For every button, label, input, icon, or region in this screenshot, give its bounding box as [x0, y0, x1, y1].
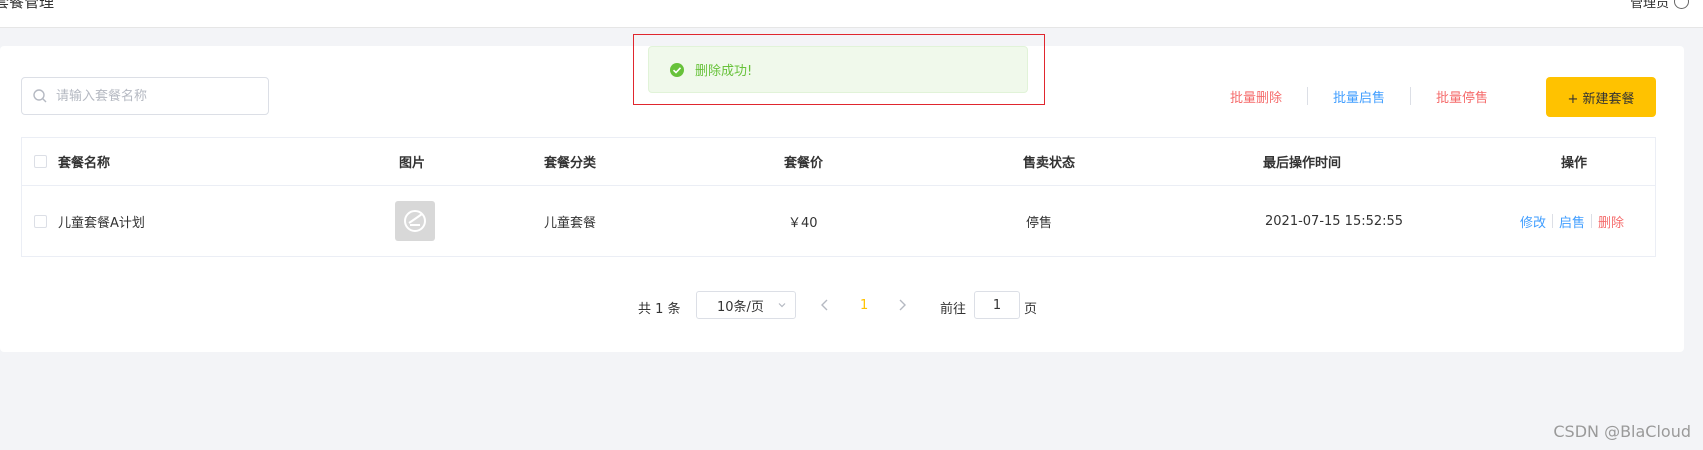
delete-button[interactable]: 删除 — [1598, 212, 1624, 231]
search-box[interactable] — [21, 77, 269, 115]
pagination: 共 1 条 10条/页 1 前往 页 — [0, 291, 1684, 321]
row-select-cell — [34, 186, 47, 256]
column-header-status: 售卖状态 — [1023, 156, 1076, 171]
table-row: 儿童套餐A计划 儿童套餐 ￥40 停售 2021-07-15 15:52:55 … — [22, 186, 1655, 256]
column-header-operations: 操作 — [1561, 156, 1588, 171]
chevron-left-icon[interactable] — [818, 297, 832, 313]
top-bar: 套餐管理 管理员 — [0, 0, 1703, 28]
divider — [1591, 214, 1593, 228]
row-checkbox[interactable] — [34, 214, 47, 228]
column-header-price: 套餐价 — [784, 156, 824, 171]
image-placeholder-icon — [404, 210, 426, 232]
combo-table: 套餐名称 图片 套餐分类 套餐价 售卖状态 最后操作时间 操作 儿童套餐A计划 — [21, 137, 1656, 257]
goto-suffix: 页 — [1024, 302, 1038, 317]
divider — [1307, 87, 1309, 105]
page-number-current[interactable]: 1 — [860, 298, 868, 313]
success-toast: 删除成功! — [648, 46, 1028, 93]
goto-page-input[interactable] — [974, 291, 1020, 319]
batch-enable-button[interactable]: 批量启售 — [1333, 87, 1385, 106]
goto-label: 前往 — [940, 302, 967, 317]
help-icon[interactable] — [1674, 0, 1689, 9]
divider — [1410, 87, 1412, 105]
column-header-category: 套餐分类 — [544, 156, 597, 171]
combo-updated-time: 2021-07-15 15:52:55 — [1265, 213, 1404, 229]
toast-message: 删除成功! — [695, 64, 753, 79]
batch-actions: 批量删除 批量启售 批量停售 — [1230, 77, 1488, 115]
search-input[interactable] — [54, 87, 258, 105]
batch-delete-button[interactable]: 批量删除 — [1230, 87, 1282, 106]
batch-disable-button[interactable]: 批量停售 — [1436, 87, 1488, 106]
column-header-image: 图片 — [399, 156, 426, 171]
chevron-down-icon — [778, 303, 786, 308]
enable-button[interactable]: 启售 — [1559, 212, 1585, 231]
table-header: 套餐名称 图片 套餐分类 套餐价 售卖状态 最后操作时间 操作 — [22, 138, 1655, 186]
user-name[interactable]: 管理员 — [1630, 0, 1669, 11]
divider — [1552, 214, 1554, 228]
page-size-value: 10条/页 — [717, 299, 764, 315]
page-size-select[interactable]: 10条/页 — [696, 291, 796, 319]
combo-name: 儿童套餐A计划 — [58, 215, 145, 231]
pagination-total: 共 1 条 — [638, 302, 681, 317]
combo-category: 儿童套餐 — [544, 215, 597, 231]
chevron-right-icon[interactable] — [895, 297, 909, 313]
success-check-icon — [670, 62, 684, 77]
toast-highlight: 删除成功! — [633, 34, 1045, 105]
column-header-updated: 最后操作时间 — [1263, 156, 1342, 171]
search-icon — [33, 89, 47, 103]
select-all-checkbox[interactable] — [34, 155, 47, 168]
page-title: 套餐管理 — [0, 0, 55, 11]
combo-thumbnail[interactable] — [395, 201, 435, 241]
combo-price: ￥40 — [788, 215, 818, 231]
column-header-name: 套餐名称 — [58, 156, 111, 171]
combo-image-cell — [395, 186, 435, 256]
new-combo-button[interactable]: + 新建套餐 — [1546, 77, 1656, 117]
select-all-cell — [34, 138, 47, 185]
row-operations: 修改 启售 删除 — [1520, 186, 1624, 256]
edit-button[interactable]: 修改 — [1520, 212, 1546, 231]
combo-status: 停售 — [1026, 215, 1053, 231]
watermark: CSDN @BlaCloud — [1553, 422, 1691, 441]
